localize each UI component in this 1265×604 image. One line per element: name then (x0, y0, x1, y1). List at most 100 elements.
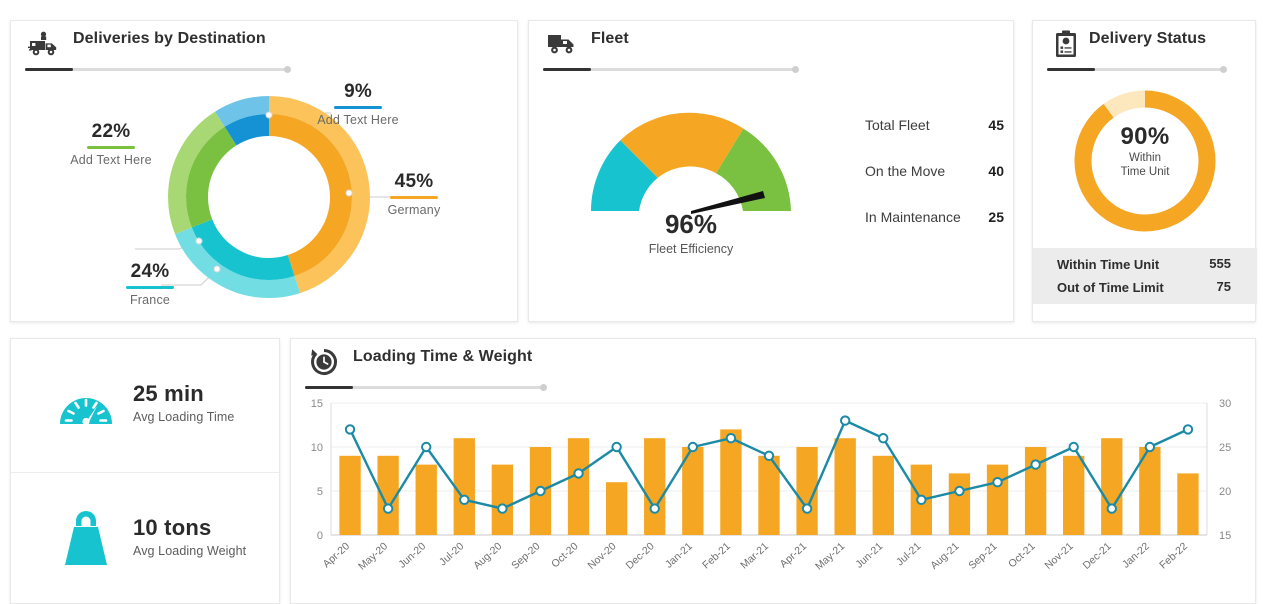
svg-text:Nov-20: Nov-20 (585, 540, 618, 572)
panel-header: Deliveries by Destination (11, 21, 517, 73)
svg-text:20: 20 (1219, 486, 1231, 498)
svg-text:Jan-22: Jan-22 (1120, 540, 1152, 571)
panel-title: Fleet (591, 30, 629, 47)
status-footer-value: 75 (1216, 279, 1231, 294)
panel-title: Deliveries by Destination (73, 30, 266, 47)
status-footer-label: Within Time Unit (1057, 257, 1160, 272)
svg-text:Apr-21: Apr-21 (778, 540, 810, 570)
callout-percent: 9% (344, 81, 372, 102)
header-progress-knob[interactable] (792, 66, 799, 73)
callout-label: Germany (387, 203, 441, 217)
ring-caption-line2: Time Unit (1120, 166, 1170, 178)
gauge-value-block: 96% Fleet Efficiency (541, 209, 841, 256)
kpi-text-block: 25 min Avg Loading Time (133, 381, 234, 424)
callout-label: Add Text Here (70, 153, 152, 167)
svg-text:Nov-21: Nov-21 (1043, 540, 1076, 572)
svg-text:May-21: May-21 (813, 540, 847, 572)
svg-text:Dec-21: Dec-21 (1081, 540, 1114, 572)
clock-history-icon (305, 343, 343, 381)
header-progress-knob[interactable] (284, 66, 291, 73)
deliveries-donut-chart: 9% Add Text Here 22% Add Text Here 45% G… (11, 73, 519, 321)
fleet-efficiency-gauge: 96% Fleet Efficiency (541, 81, 841, 296)
header-progress-fill (305, 386, 353, 389)
fleet-stat-label: Total Fleet (865, 117, 930, 133)
header-progress-knob[interactable] (1220, 66, 1227, 73)
header-progress-fill (1047, 68, 1095, 71)
kpi-avg-loading-time: 25 min Avg Loading Time (11, 339, 279, 472)
svg-text:10: 10 (311, 442, 323, 454)
status-footer-value: 555 (1209, 256, 1231, 271)
delivery-status-donut-chart: 90% Within Time Unit (1033, 77, 1257, 245)
panel-deliveries-by-destination: Deliveries by Destination 9% Add Text He… (10, 20, 518, 322)
kpi-value: 25 min (133, 381, 204, 406)
panel-title: Loading Time & Weight (353, 348, 533, 365)
clipboard-icon (1047, 25, 1085, 63)
svg-text:15: 15 (1219, 530, 1231, 542)
panel-header: Fleet (529, 21, 1013, 73)
panel-fleet: Fleet 96% Fleet Efficiency Total Fleet 4… (528, 20, 1014, 322)
header-progress-knob[interactable] (540, 384, 547, 391)
donut-callout-0: 9% Add Text Here (303, 81, 413, 127)
ring-caption-line1: Within (1129, 152, 1161, 164)
fleet-stat-value: 45 (988, 117, 1004, 133)
gauge-value: 96% (664, 209, 718, 239)
status-footer-row: Within Time Unit 555 (1057, 256, 1235, 279)
svg-text:Aug-21: Aug-21 (928, 540, 961, 572)
svg-text:Feb-22: Feb-22 (1157, 540, 1190, 571)
fleet-stats-list: Total Fleet 45 On the Move 40 In Mainten… (829, 117, 1004, 255)
callout-color-bar (390, 196, 438, 199)
svg-text:Jul-20: Jul-20 (437, 540, 466, 568)
svg-text:Jan-21: Jan-21 (663, 540, 695, 571)
panel-loading-time-weight: Loading Time & Weight 0 5 10 15 15 20 25 30 Apr-… (290, 338, 1256, 604)
fleet-stat-row: In Maintenance 25 (829, 209, 1004, 255)
fleet-stat-value: 25 (988, 209, 1004, 225)
fleet-stat-row: Total Fleet 45 (829, 117, 1004, 163)
svg-text:Aug-20: Aug-20 (471, 540, 504, 572)
status-footer-row: Out of Time Limit 75 (1057, 279, 1235, 302)
loading-time-weight-chart: 0 5 10 15 15 20 25 30 Apr-20 May-20 Jun-20 Jul-20 Au… (291, 391, 1257, 601)
fleet-stat-label: In Maintenance (865, 209, 961, 225)
header-progress-fill (543, 68, 591, 71)
ring-value: 90% (1120, 123, 1170, 150)
svg-text:25: 25 (1219, 442, 1231, 454)
weight-bag-icon (53, 505, 119, 571)
speedometer-icon (53, 371, 119, 437)
callout-percent: 24% (130, 261, 170, 282)
ring-center-text: 90% Within Time Unit (1033, 123, 1257, 179)
svg-text:Apr-20: Apr-20 (321, 540, 353, 570)
svg-text:Dec-20: Dec-20 (624, 540, 657, 572)
kpi-value: 10 tons (133, 515, 212, 540)
truck-icon (543, 25, 581, 63)
callout-label: Add Text Here (317, 113, 399, 127)
kpi-text-block: 10 tons Avg Loading Weight (133, 515, 246, 558)
svg-text:Oct-21: Oct-21 (1006, 540, 1038, 570)
fleet-stat-value: 40 (988, 163, 1004, 179)
svg-text:5: 5 (317, 486, 323, 498)
callout-label: France (129, 293, 171, 307)
kpi-label: Avg Loading Time (133, 410, 235, 424)
callout-percent: 45% (394, 171, 434, 192)
svg-text:15: 15 (311, 398, 323, 410)
delivery-status-footer: Within Time Unit 555 Out of Time Limit 7… (1033, 248, 1257, 304)
panel-header: Loading Time & Weight (291, 339, 1255, 391)
panel-delivery-status: Delivery Status 90% Within Time Unit Wit… (1032, 20, 1257, 322)
panel-loading-kpis: 25 min Avg Loading Time 10 tons Avg Load… (10, 338, 280, 604)
kpi-avg-loading-weight: 10 tons Avg Loading Weight (11, 472, 279, 604)
fleet-stat-row: On the Move 40 (829, 163, 1004, 209)
header-progress-fill (25, 68, 73, 71)
svg-text:Jun-20: Jun-20 (396, 540, 428, 571)
fleet-stat-label: On the Move (865, 163, 946, 179)
svg-text:Oct-20: Oct-20 (549, 540, 581, 570)
callout-percent: 22% (91, 121, 131, 142)
callout-color-bar (334, 106, 382, 109)
callout-color-bar (126, 286, 174, 289)
combo-chart-svg: 05101515202530Apr-20 May-20 Jun-20 Jul-20 Au… (311, 398, 1232, 573)
donut-callout-3: 24% France (95, 261, 205, 307)
panel-title: Delivery Status (1089, 30, 1207, 47)
svg-text:Mar-21: Mar-21 (738, 540, 771, 571)
svg-text:Jun-21: Jun-21 (853, 540, 885, 571)
donut-callout-1: 22% Add Text Here (55, 121, 167, 167)
svg-text:Sep-21: Sep-21 (966, 540, 999, 572)
delivery-truck-icon (25, 25, 63, 63)
svg-text:30: 30 (1219, 398, 1231, 410)
